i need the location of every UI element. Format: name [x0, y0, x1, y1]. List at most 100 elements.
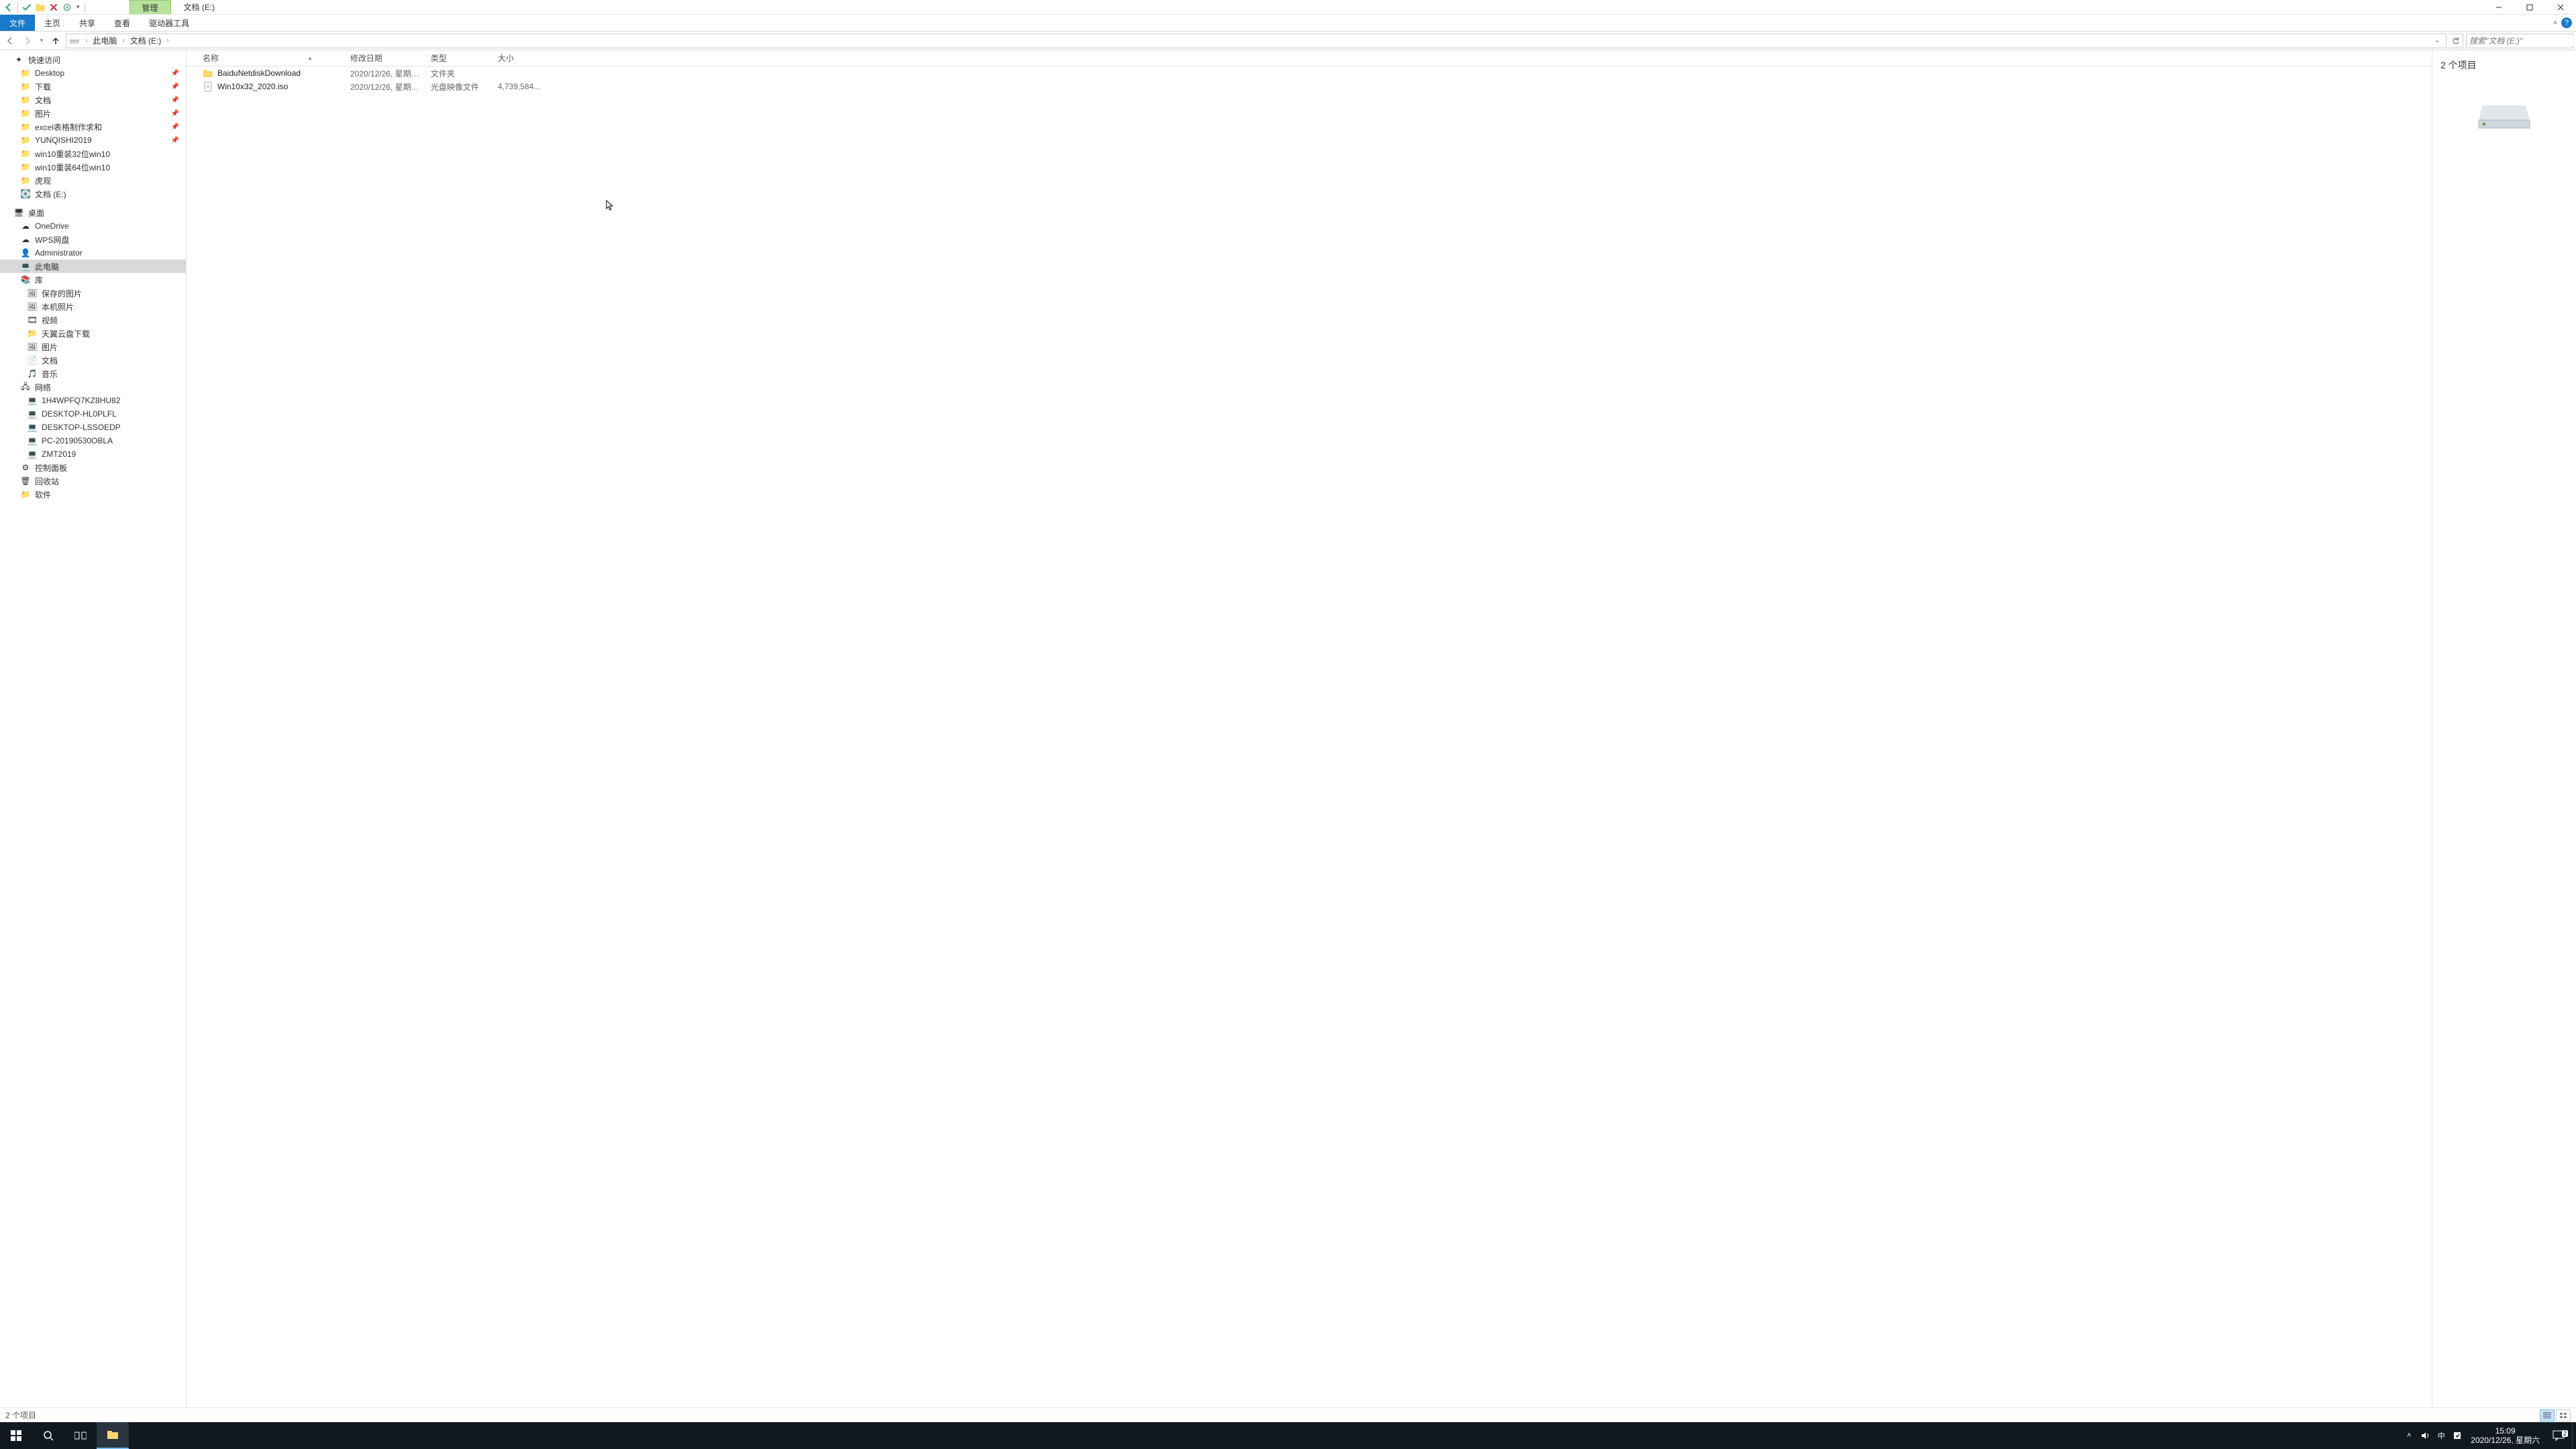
pc-icon: 💻	[27, 435, 38, 446]
breadcrumb-drive[interactable]: 文档 (E:)	[130, 35, 162, 46]
tray-ime-indicator[interactable]: 中	[2433, 1422, 2449, 1449]
tree-libraries[interactable]: 📚库	[0, 273, 186, 286]
qat-back-icon[interactable]	[3, 1, 15, 13]
tree-win64[interactable]: 📁win10重装64位win10	[0, 160, 186, 174]
task-view-button[interactable]	[64, 1422, 97, 1449]
refresh-button[interactable]	[2449, 34, 2463, 48]
tree-label: WPS网盘	[35, 234, 69, 246]
show-desktop-button[interactable]	[2572, 1422, 2576, 1449]
tray-security-icon[interactable]	[2449, 1422, 2465, 1449]
file-row[interactable]: BaiduNetdiskDownload2020/12/26, 星期六 1...…	[186, 66, 2432, 80]
file-type: 文件夹	[425, 68, 492, 79]
folder-icon: 📁	[27, 328, 38, 339]
action-center-button[interactable]: 2	[2545, 1430, 2572, 1441]
folder-icon: 📁	[20, 489, 31, 500]
ribbon-tab-view[interactable]: 查看	[105, 15, 140, 31]
tree-docs2[interactable]: 📄文档	[0, 354, 186, 367]
ribbon-tab-file[interactable]: 文件	[0, 15, 35, 31]
tree-pictures[interactable]: 📁图片📌	[0, 107, 186, 120]
nav-recent-dropdown[interactable]: ▾	[38, 34, 46, 48]
taskbar-app-explorer[interactable]	[97, 1422, 129, 1449]
status-bar: 2 个项目	[0, 1407, 2576, 1422]
tree-music[interactable]: 🎵音乐	[0, 367, 186, 380]
tree-excel[interactable]: 📁excel表格制作求和📌	[0, 120, 186, 133]
taskbar-clock[interactable]: 15:09 2020/12/26, 星期六	[2465, 1426, 2545, 1446]
window-title: 文档 (E:)	[171, 0, 228, 14]
ribbon-tab-drive-tools[interactable]: 驱动器工具	[140, 15, 199, 31]
tree-win32[interactable]: 📁win10重装32位win10	[0, 147, 186, 160]
nav-forward-button[interactable]	[20, 34, 35, 48]
nav-up-button[interactable]	[48, 34, 63, 48]
nav-back-button[interactable]	[3, 34, 17, 48]
help-icon[interactable]: ?	[2561, 17, 2572, 28]
maximize-button[interactable]	[2514, 0, 2545, 14]
tree-admin[interactable]: 👤Administrator	[0, 246, 186, 260]
ribbon-context-tab-manage[interactable]: 管理	[129, 0, 171, 14]
tree-netpc[interactable]: 💻DESKTOP-HL0PLFL	[0, 407, 186, 421]
tree-network[interactable]: 🖧网络	[0, 380, 186, 394]
tree-pics2[interactable]: 🖼图片	[0, 340, 186, 354]
navigation-tree[interactable]: ✦快速访问 📁Desktop📌 📁下载📌 📁文档📌 📁图片📌 📁excel表格制…	[0, 50, 186, 1407]
tray-overflow-icon[interactable]: ˄	[2401, 1422, 2417, 1449]
address-box[interactable]: › 此电脑 › 文档 (E:) › ⌄	[66, 34, 2447, 48]
tree-edrive[interactable]: 💽文档 (E:)	[0, 187, 186, 201]
qat-settings-icon[interactable]	[61, 1, 73, 13]
tree-netpc[interactable]: 💻DESKTOP-LSSOEDP	[0, 421, 186, 434]
search-input[interactable]	[2469, 36, 2575, 46]
column-header-date[interactable]: 修改日期	[345, 52, 425, 64]
qat-dropdown-icon[interactable]: ▾	[74, 3, 82, 11]
column-header-type[interactable]: 类型	[425, 52, 492, 64]
search-box[interactable]	[2466, 34, 2573, 48]
tree-desktop[interactable]: 📁Desktop📌	[0, 66, 186, 80]
tree-netpc[interactable]: 💻PC-20190530OBLA	[0, 434, 186, 447]
tree-wps[interactable]: ☁WPS网盘	[0, 233, 186, 246]
view-large-icons-button[interactable]	[2556, 1409, 2571, 1421]
tree-tianyi[interactable]: 📁天翼云盘下载	[0, 327, 186, 340]
tree-recycle[interactable]: 🗑回收站	[0, 474, 186, 488]
address-history-dropdown[interactable]: ⌄	[2431, 37, 2443, 44]
file-row[interactable]: Win10x32_2020.iso2020/12/26, 星期六 1...光盘映…	[186, 80, 2432, 93]
tree-local-pics[interactable]: 🖼本机照片	[0, 300, 186, 313]
tree-netpc[interactable]: 💻ZMT2019	[0, 447, 186, 461]
ribbon-collapse-icon[interactable]: ˄	[2553, 19, 2557, 27]
breadcrumb-this-pc[interactable]: 此电脑	[93, 35, 117, 46]
tree-label: 桌面	[28, 207, 44, 219]
tree-label: OneDrive	[35, 221, 69, 231]
qat-check-icon[interactable]	[21, 1, 33, 13]
tree-netpc[interactable]: 💻1H4WPFQ7KZ8HU82	[0, 394, 186, 407]
tree-videos[interactable]: 🎞视频	[0, 313, 186, 327]
folder-icon: 📁	[20, 68, 31, 78]
pin-icon: 📌	[171, 83, 179, 91]
start-button[interactable]	[0, 1422, 32, 1449]
tree-downloads[interactable]: 📁下载📌	[0, 80, 186, 93]
tree-documents[interactable]: 📁文档📌	[0, 93, 186, 107]
close-button[interactable]	[2545, 0, 2576, 14]
preview-pane: 2 个项目	[2432, 50, 2576, 1407]
minimize-button[interactable]	[2483, 0, 2514, 14]
column-header-name[interactable]: 名称▲	[197, 52, 345, 64]
tree-quick-access[interactable]: ✦快速访问	[0, 53, 186, 66]
chevron-right-icon[interactable]: ›	[164, 37, 171, 44]
tree-control-panel[interactable]: ⚙控制面板	[0, 461, 186, 474]
tree-label: 视频	[42, 315, 58, 326]
ribbon-tab-home[interactable]: 主页	[35, 15, 70, 31]
tree-saved-pics[interactable]: 🖼保存的图片	[0, 286, 186, 300]
tree-onedrive[interactable]: ☁OneDrive	[0, 219, 186, 233]
tree-desktop-root[interactable]: 🖥桌面	[0, 206, 186, 219]
folder-icon: 🖼	[27, 301, 38, 312]
qat-folder-icon[interactable]	[34, 1, 46, 13]
tree-huguan[interactable]: 📁虎观	[0, 174, 186, 187]
chevron-right-icon[interactable]: ›	[119, 37, 127, 44]
tree-software[interactable]: 📁 软件	[0, 488, 186, 501]
tree-this-pc[interactable]: 💻此电脑	[0, 260, 186, 273]
tree-label: win10重装64位win10	[35, 162, 110, 173]
view-details-button[interactable]	[2540, 1409, 2555, 1421]
tray-volume-icon[interactable]	[2417, 1422, 2433, 1449]
tree-yunqishi[interactable]: 📁YUNQISHI2019📌	[0, 133, 186, 147]
ribbon-tab-share[interactable]: 共享	[70, 15, 105, 31]
taskbar-search-button[interactable]	[32, 1422, 64, 1449]
qat-close-icon[interactable]	[48, 1, 60, 13]
tree-label: 软件	[35, 489, 51, 500]
column-header-size[interactable]: 大小	[492, 52, 546, 64]
chevron-right-icon[interactable]: ›	[83, 37, 90, 44]
